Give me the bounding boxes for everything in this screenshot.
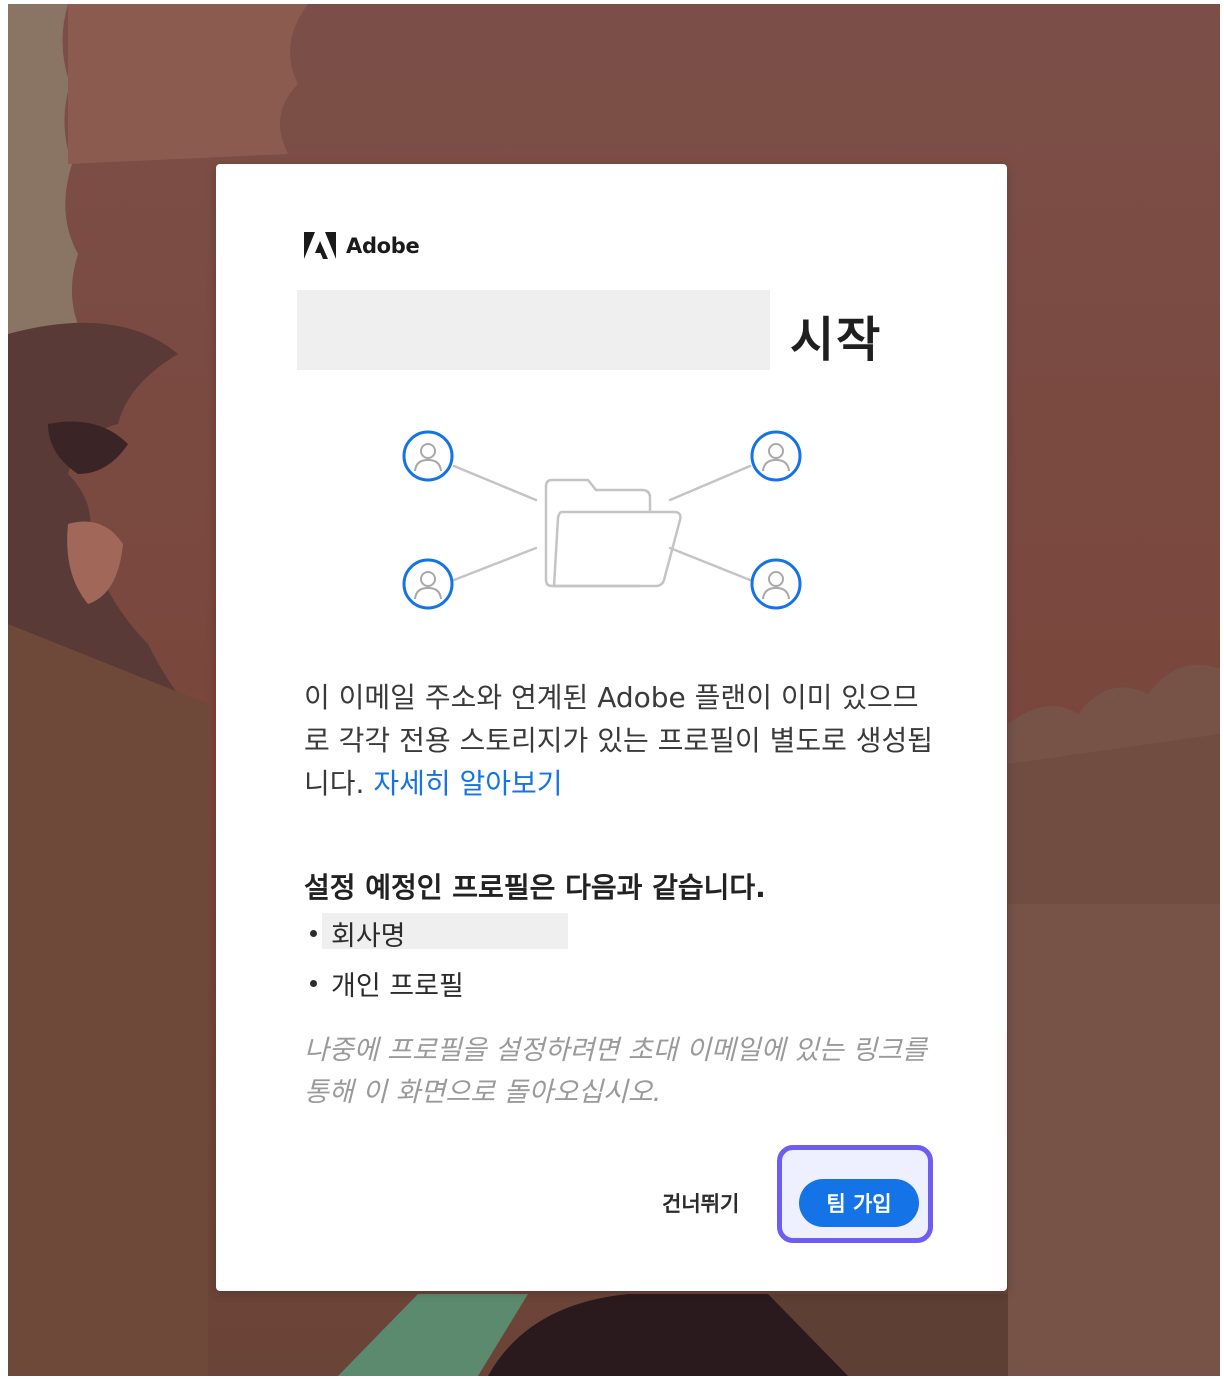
user-circle-icon	[750, 430, 802, 482]
learn-more-link[interactable]: 자세히 알아보기	[373, 767, 562, 800]
profiles-heading: 설정 예정인 프로필은 다음과 같습니다.	[304, 871, 766, 904]
user-circle-icon	[402, 558, 454, 610]
page: Adobe 시작 이 이메일 주소와 연계된 Adobe 플랜이 이미 있으므로…	[0, 0, 1224, 1379]
redacted-team-name	[297, 290, 770, 370]
adobe-logo-icon	[304, 232, 336, 259]
user-circle-icon	[750, 558, 802, 610]
bullet-dot	[310, 979, 317, 987]
profile-label: 개인 프로필	[331, 970, 464, 1002]
dialog-description: 이 이메일 주소와 연계된 Adobe 플랜이 이미 있으므로 각각 전용 스토…	[304, 676, 944, 805]
user-circle-icon	[402, 430, 454, 482]
adobe-logo: Adobe	[304, 232, 420, 259]
list-item: 회사명	[304, 908, 568, 958]
skip-button[interactable]: 건너뛰기	[662, 1188, 739, 1218]
dialog-title: 시작	[790, 312, 883, 368]
join-team-dialog: Adobe 시작 이 이메일 주소와 연계된 Adobe 플랜이 이미 있으므로…	[216, 164, 1007, 1291]
adobe-wordmark: Adobe	[346, 233, 420, 258]
bullet-dot	[310, 929, 317, 937]
shared-folder-illustration	[402, 430, 802, 610]
later-setup-note: 나중에 프로필을 설정하려면 초대 이메일에 있는 링크를 통해 이 화면으로 …	[304, 1035, 927, 1108]
join-team-button[interactable]: 팀 가입	[799, 1179, 919, 1227]
list-item: 개인 프로필	[304, 958, 464, 1008]
profile-label: 회사명	[331, 920, 406, 952]
profiles-list: 회사명 개인 프로필	[304, 908, 568, 1008]
